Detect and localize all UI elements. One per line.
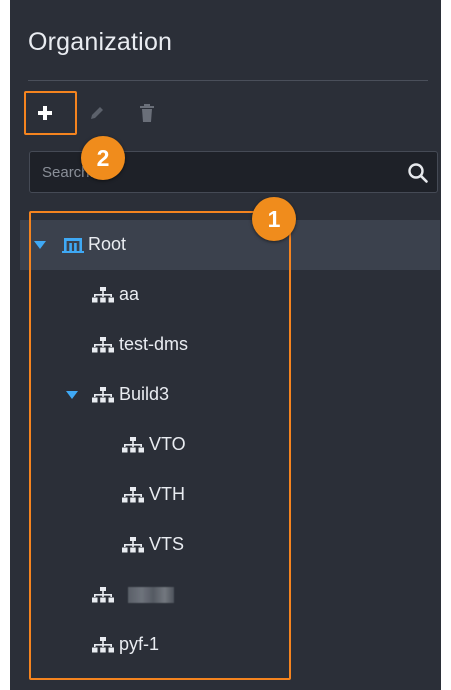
edit-button[interactable] [84, 100, 110, 126]
callout-badge-1: 1 [252, 197, 296, 241]
search-button[interactable] [405, 160, 431, 186]
tree-highlight-box [29, 211, 291, 680]
search-icon [408, 163, 428, 183]
trash-icon [140, 104, 154, 122]
organization-panel: Organization Search... Root aa test-dms … [10, 0, 441, 690]
delete-button[interactable] [134, 100, 160, 126]
title-divider [28, 80, 428, 81]
toolbar-highlight-box [24, 91, 77, 135]
pencil-icon [91, 107, 103, 119]
panel-title: Organization [28, 28, 173, 56]
callout-badge-2: 2 [81, 136, 125, 180]
